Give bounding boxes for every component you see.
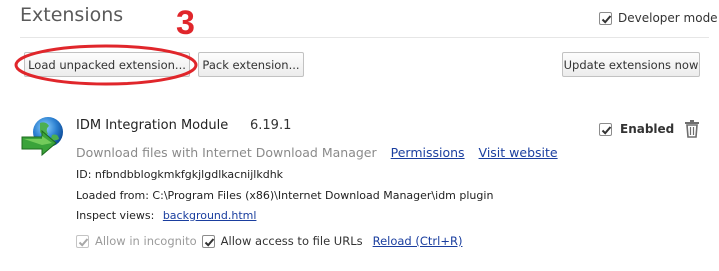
developer-mode-label: Developer mode xyxy=(618,11,718,25)
allow-incognito-label: Allow in incognito xyxy=(95,234,197,248)
annotation-circle xyxy=(14,44,198,86)
page-title: Extensions xyxy=(20,4,124,26)
extension-id: ID: nfbndbblogkmkfgkjlgdlkacnijlkdhk xyxy=(76,168,284,181)
update-extensions-button[interactable]: Update extensions now xyxy=(562,52,700,77)
extension-description: Download files with Internet Download Ma… xyxy=(76,145,377,160)
extension-loaded-from: Loaded from: C:\Program Files (x86)\Inte… xyxy=(76,189,494,202)
permissions-link[interactable]: Permissions xyxy=(391,145,465,160)
checkmark-icon xyxy=(601,14,612,24)
trash-icon[interactable] xyxy=(684,120,700,138)
checkmark-icon xyxy=(78,237,89,247)
visit-website-link[interactable]: Visit website xyxy=(479,145,558,160)
header-divider xyxy=(20,37,709,38)
inspect-views-label: Inspect views: xyxy=(76,209,155,222)
checkmark-icon xyxy=(601,125,612,135)
developer-mode-checkbox[interactable] xyxy=(599,11,612,25)
enabled-checkbox[interactable] xyxy=(599,122,612,136)
annotation-step-number: 3 xyxy=(176,4,195,42)
extension-version: 6.19.1 xyxy=(250,118,292,133)
checkmark-icon xyxy=(204,237,214,247)
allow-incognito-checkbox xyxy=(76,234,89,248)
idm-globe-icon xyxy=(21,117,63,157)
background-page-link[interactable]: background.html xyxy=(163,209,257,222)
pack-extension-button[interactable]: Pack extension... xyxy=(198,52,304,77)
extension-name: IDM Integration Module xyxy=(76,118,229,133)
enabled-label: Enabled xyxy=(620,122,675,136)
extension-description-row: Download files with Internet Download Ma… xyxy=(76,145,558,160)
enabled-toggle[interactable]: Enabled xyxy=(599,122,674,136)
reload-link[interactable]: Reload (Ctrl+R) xyxy=(373,234,463,248)
developer-mode-toggle[interactable]: Developer mode xyxy=(599,11,718,25)
allow-file-urls-checkbox[interactable] xyxy=(201,234,215,248)
inspect-views-row: Inspect views: background.html xyxy=(76,209,256,222)
extension-options-row: Allow in incognito Allow access to file … xyxy=(76,234,462,248)
allow-file-urls-label: Allow access to file URLs xyxy=(220,234,363,248)
